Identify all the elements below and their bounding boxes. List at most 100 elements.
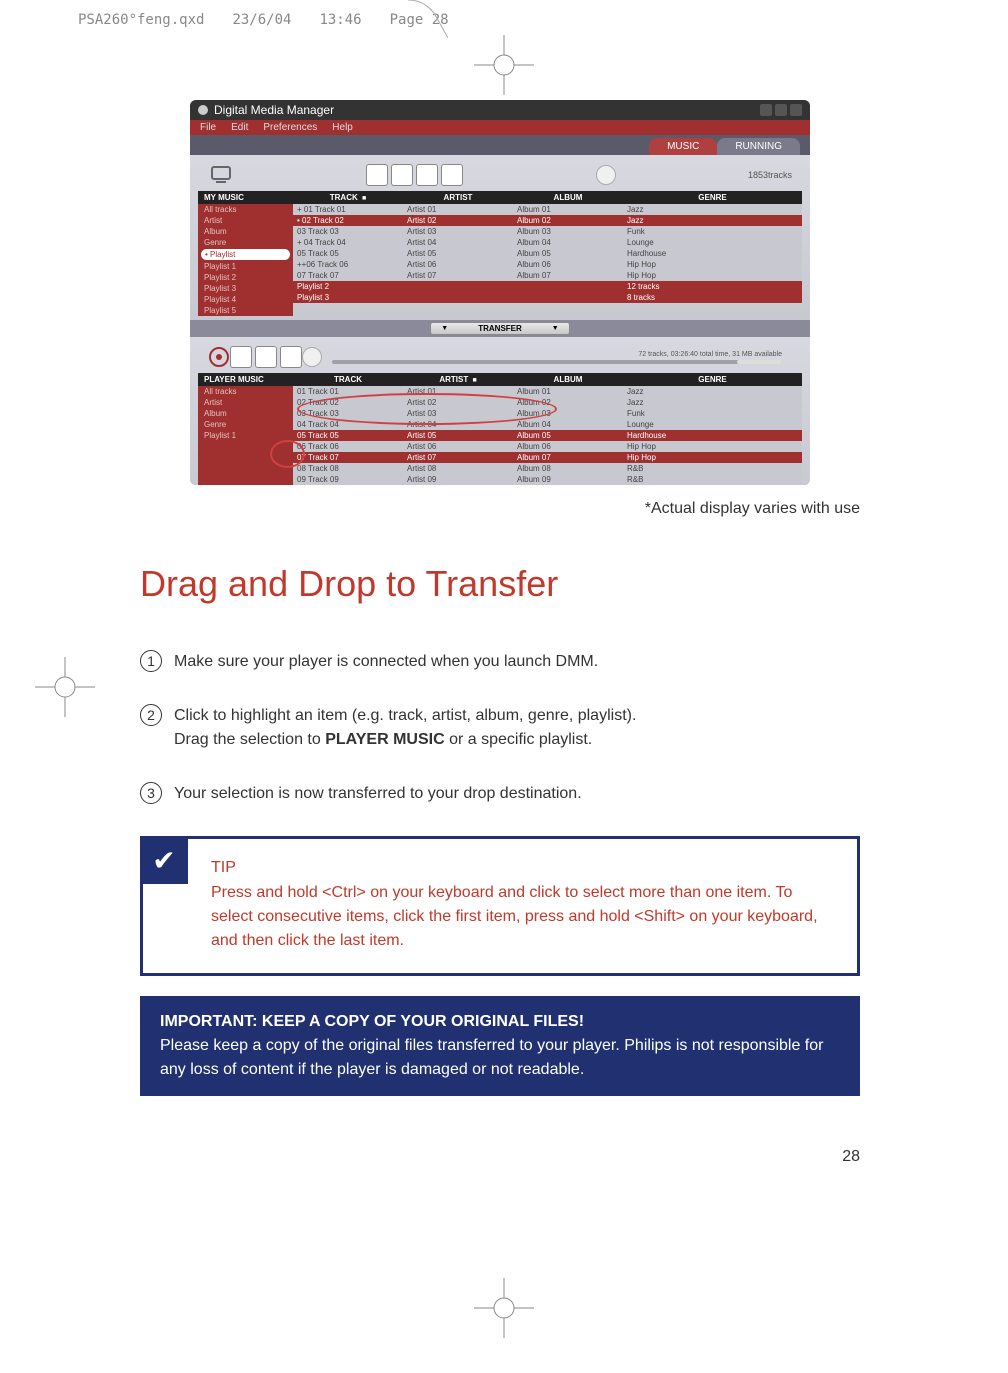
- sidebar-item[interactable]: Playlist 1: [198, 430, 293, 441]
- toolbar-btn-3[interactable]: [416, 164, 438, 186]
- print-date: 23/6/04: [232, 12, 291, 28]
- menu-edit[interactable]: Edit: [231, 122, 248, 133]
- cell-artist: Artist 06: [403, 259, 513, 270]
- col-track[interactable]: TRACK ■: [293, 191, 403, 204]
- toolbar-btn[interactable]: [255, 346, 277, 368]
- toolbar-btn[interactable]: [280, 346, 302, 368]
- player-icon: [208, 346, 230, 368]
- toolbar-btn-1[interactable]: [366, 164, 388, 186]
- table-row[interactable]: 08 Track 08Artist 08Album 08R&B: [293, 463, 802, 474]
- table-row[interactable]: 07 Track 07Artist 07Album 07Hip Hop: [293, 452, 802, 463]
- sidebar-item[interactable]: Playlist 3: [198, 283, 293, 294]
- tip-box: ✔ TIP Press and hold <Ctrl> on your keyb…: [140, 836, 860, 976]
- checkmark-icon: ✔: [140, 836, 188, 884]
- cell-genre: Hip Hop: [623, 270, 802, 281]
- cell-artist: Artist 03: [403, 226, 513, 237]
- cell-genre: Hardhouse: [623, 248, 802, 259]
- table-row[interactable]: 09 Track 09Artist 09Album 09R&B: [293, 474, 802, 485]
- cell-artist: Artist 07: [403, 270, 513, 281]
- cell-track: ++06 Track 06: [293, 259, 403, 270]
- cell-artist: Artist 07: [403, 452, 513, 463]
- transfer-label: TRANSFER: [478, 324, 522, 333]
- table-row[interactable]: 05 Track 05Artist 05Album 05Hardhouse: [293, 248, 802, 259]
- step-text: Your selection is now transferred to you…: [174, 782, 582, 806]
- sidebar-item[interactable]: Playlist 1: [198, 261, 293, 272]
- crop-mark-top: [474, 35, 534, 95]
- col-album[interactable]: ALBUM: [513, 373, 623, 386]
- maximize-button[interactable]: [775, 104, 787, 116]
- cell-album: Album 06: [513, 259, 623, 270]
- menu-file[interactable]: File: [200, 122, 216, 133]
- tab-music[interactable]: MUSIC: [649, 138, 717, 155]
- table-row[interactable]: 07 Track 07Artist 07Album 07Hip Hop: [293, 270, 802, 281]
- cell-album: Album 08: [513, 463, 623, 474]
- sidebar-item[interactable]: Genre: [198, 237, 293, 248]
- cell-album: Album 05: [513, 430, 623, 441]
- table-row[interactable]: ++06 Track 06Artist 06Album 06Hip Hop: [293, 259, 802, 270]
- player-music-table: TRACK ARTIST ■ ALBUM GENRE 01 Track 01Ar…: [293, 373, 802, 485]
- menu-preferences[interactable]: Preferences: [263, 122, 317, 133]
- cell-artist: [403, 281, 513, 292]
- search-icon[interactable]: [302, 347, 322, 367]
- page-heading: Drag and Drop to Transfer: [140, 563, 860, 605]
- close-button[interactable]: [790, 104, 802, 116]
- sidebar-item[interactable]: Album: [198, 226, 293, 237]
- table-row[interactable]: Playlist 38 tracks: [293, 292, 802, 303]
- search-icon[interactable]: [596, 165, 616, 185]
- my-music-table: TRACK ■ ARTIST ALBUM GENRE + 01 Track 01…: [293, 191, 802, 316]
- toolbar-btn[interactable]: [230, 346, 252, 368]
- col-artist[interactable]: ARTIST ■: [403, 373, 513, 386]
- transfer-button[interactable]: ▼ TRANSFER ▼: [430, 322, 569, 335]
- cell-artist: Artist 05: [403, 430, 513, 441]
- toolbar-btn-4[interactable]: [441, 164, 463, 186]
- table-row[interactable]: Playlist 212 tracks: [293, 281, 802, 292]
- table-row[interactable]: + 01 Track 01Artist 01Album 01Jazz: [293, 204, 802, 215]
- cell-genre: R&B: [623, 463, 802, 474]
- col-genre[interactable]: GENRE: [623, 191, 802, 204]
- table-header: TRACK ARTIST ■ ALBUM GENRE: [293, 373, 802, 386]
- table-row[interactable]: + 04 Track 04Artist 04Album 04Lounge: [293, 237, 802, 248]
- sidebar-item[interactable]: Playlist 2: [198, 272, 293, 283]
- step-text: Make sure your player is connected when …: [174, 650, 598, 674]
- minimize-button[interactable]: [760, 104, 772, 116]
- tab-running[interactable]: RUNNING: [717, 138, 800, 155]
- step-2: 2 Click to highlight an item (e.g. track…: [140, 704, 860, 752]
- crop-mark-bottom: [474, 1278, 534, 1338]
- sidebar-item[interactable]: Album: [198, 408, 293, 419]
- cell-artist: Artist 08: [403, 463, 513, 474]
- cell-album: Album 01: [513, 386, 623, 397]
- col-track[interactable]: TRACK: [293, 373, 403, 386]
- cell-album: [513, 292, 623, 303]
- sidebar-item[interactable]: Genre: [198, 419, 293, 430]
- cell-album: Album 04: [513, 237, 623, 248]
- table-row[interactable]: 03 Track 03Artist 03Album 03Funk: [293, 226, 802, 237]
- sidebar-item[interactable]: Playlist 4: [198, 294, 293, 305]
- sidebar-item[interactable]: Artist: [198, 215, 293, 226]
- sidebar-item[interactable]: Playlist 5: [198, 305, 293, 316]
- cell-track: 05 Track 05: [293, 248, 403, 259]
- sidebar-item[interactable]: Artist: [198, 397, 293, 408]
- cell-track: 07 Track 07: [293, 270, 403, 281]
- cell-genre: Jazz: [623, 215, 802, 226]
- print-file: PSA260°feng.qxd: [78, 12, 204, 28]
- col-artist[interactable]: ARTIST: [403, 191, 513, 204]
- cell-album: [513, 281, 623, 292]
- cell-track: 03 Track 03: [293, 226, 403, 237]
- table-row[interactable]: • 02 Track 02Artist 02Album 02Jazz: [293, 215, 802, 226]
- col-album[interactable]: ALBUM: [513, 191, 623, 204]
- table-row[interactable]: 06 Track 06Artist 06Album 06Hip Hop: [293, 441, 802, 452]
- sidebar-item[interactable]: All tracks: [198, 204, 293, 215]
- col-genre[interactable]: GENRE: [623, 373, 802, 386]
- sidebar-item[interactable]: • Playlist: [201, 249, 290, 260]
- cell-genre: Funk: [623, 226, 802, 237]
- menu-help[interactable]: Help: [332, 122, 353, 133]
- sidebar-item[interactable]: All tracks: [198, 386, 293, 397]
- player-music-header: PLAYER MUSIC: [198, 373, 293, 386]
- toolbar-btn-2[interactable]: [391, 164, 413, 186]
- my-music-header: MY MUSIC: [198, 191, 293, 204]
- cell-track: Playlist 2: [293, 281, 403, 292]
- cell-album: Album 07: [513, 270, 623, 281]
- transfer-bar: ▼ TRANSFER ▼: [190, 320, 810, 337]
- table-row[interactable]: 05 Track 05Artist 05Album 05Hardhouse: [293, 430, 802, 441]
- cell-track: + 04 Track 04: [293, 237, 403, 248]
